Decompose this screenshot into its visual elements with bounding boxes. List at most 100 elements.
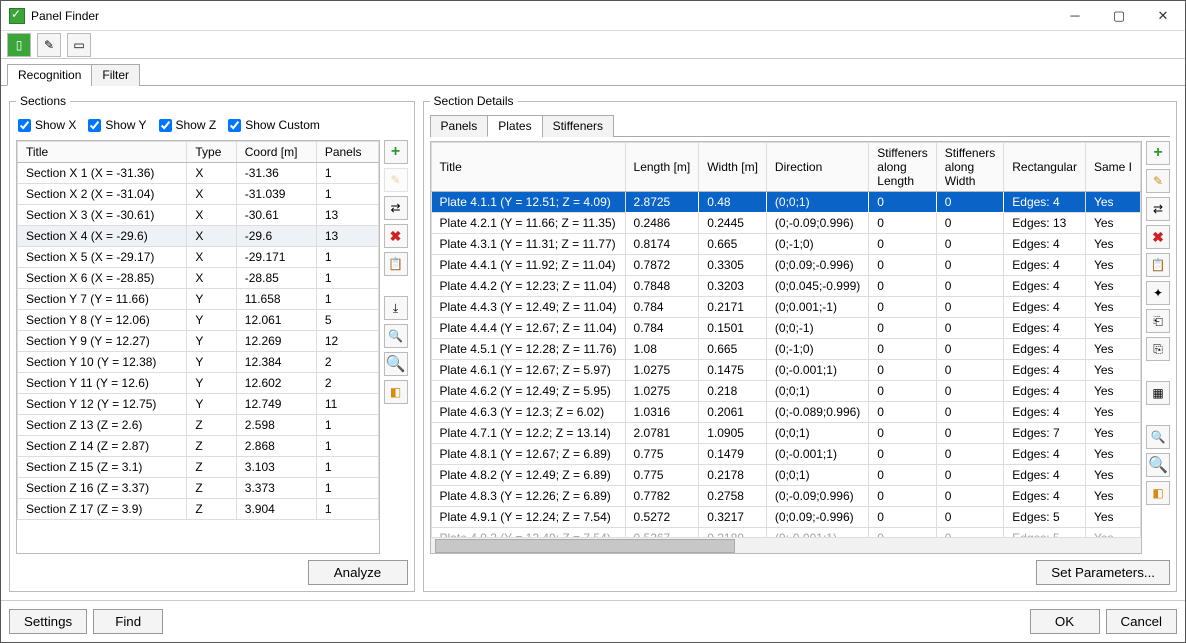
dcol-direction[interactable]: Direction [766, 143, 868, 192]
link-button[interactable]: ⇄ [1146, 197, 1170, 221]
layers-button[interactable]: ◧ [1146, 481, 1170, 505]
delete-button[interactable]: ✖ [384, 224, 408, 248]
col-title[interactable]: Title [18, 142, 187, 163]
details-row[interactable]: Plate 4.4.2 (Y = 12.23; Z = 11.04)0.7848… [431, 276, 1140, 297]
toolbar-panel-icon[interactable]: ▯ [7, 33, 31, 57]
details-row[interactable]: Plate 4.4.1 (Y = 11.92; Z = 11.04)0.7872… [431, 255, 1140, 276]
details-row[interactable]: Plate 4.8.1 (Y = 12.67; Z = 6.89)0.7750.… [431, 444, 1140, 465]
details-row[interactable]: Plate 4.9.1 (Y = 12.24; Z = 7.54)0.52720… [431, 507, 1140, 528]
paste2-button[interactable]: ⎘ [1146, 337, 1170, 361]
details-row[interactable]: Plate 4.7.1 (Y = 12.2; Z = 13.14)2.07811… [431, 423, 1140, 444]
details-row[interactable]: Plate 4.3.1 (Y = 11.31; Z = 11.77)0.8174… [431, 234, 1140, 255]
dcol-stiff-wid[interactable]: Stiffeners along Width [936, 143, 1003, 192]
link-button[interactable]: ⇄ [384, 196, 408, 220]
sections-row[interactable]: Section Z 15 (Z = 3.1)Z3.1031 [18, 457, 379, 478]
dcol-title[interactable]: Title [431, 143, 625, 192]
toolbar-highlighter-icon[interactable]: ✎ [37, 33, 61, 57]
add-button[interactable]: + [384, 140, 408, 164]
toolbar: ▯ ✎ ▭ [1, 31, 1185, 59]
details-table-scroll[interactable]: Title Length [m] Width [m] Direction Sti… [431, 142, 1141, 537]
check-show-y[interactable]: Show Y [88, 118, 146, 132]
details-row[interactable]: Plate 4.8.3 (Y = 12.26; Z = 6.89)0.77820… [431, 486, 1140, 507]
dcol-length[interactable]: Length [m] [625, 143, 699, 192]
sections-row[interactable]: Section Z 13 (Z = 2.6)Z2.5981 [18, 415, 379, 436]
paste-button[interactable]: 📋 [1146, 253, 1170, 277]
dcol-width[interactable]: Width [m] [699, 143, 767, 192]
col-type[interactable]: Type [187, 142, 236, 163]
details-hscrollbar[interactable] [431, 537, 1141, 553]
tab-filter[interactable]: Filter [91, 64, 140, 86]
checkbox-show-custom[interactable] [228, 119, 241, 132]
grid-button[interactable]: ▦ [1146, 381, 1170, 405]
sections-row[interactable]: Section Y 8 (Y = 12.06)Y12.0615 [18, 310, 379, 331]
sections-table-scroll[interactable]: Title Type Coord [m] Panels Section X 1 … [17, 141, 379, 553]
add-button[interactable]: + [1146, 141, 1170, 165]
details-row[interactable]: Plate 4.6.1 (Y = 12.67; Z = 5.97)1.02750… [431, 360, 1140, 381]
delete-button[interactable]: ✖ [1146, 225, 1170, 249]
find-button[interactable]: Find [93, 609, 163, 634]
cancel-button[interactable]: Cancel [1106, 609, 1178, 634]
sections-row[interactable]: Section Z 16 (Z = 3.37)Z3.3731 [18, 478, 379, 499]
details-row[interactable]: Plate 4.1.1 (Y = 12.51; Z = 4.09)2.87250… [431, 192, 1140, 213]
minimize-button[interactable]: ─ [1053, 1, 1097, 30]
analyze-button[interactable]: Analyze [308, 560, 408, 585]
paste-button[interactable]: 📋 [384, 252, 408, 276]
details-row[interactable]: Plate 4.9.2 (Y = 12.49; Z = 7.54)0.52670… [431, 528, 1140, 538]
settings-button[interactable]: Settings [9, 609, 87, 634]
zoom-sel-button[interactable]: 🔍 [1146, 453, 1170, 477]
zoom-sel-button[interactable]: 🔍 [384, 352, 408, 376]
edit-button[interactable]: ✎ [1146, 169, 1170, 193]
sections-row[interactable]: Section X 5 (X = -29.17)X-29.1711 [18, 247, 379, 268]
layers-button[interactable]: ◧ [384, 380, 408, 404]
check-show-x[interactable]: Show X [18, 118, 76, 132]
sections-table: Title Type Coord [m] Panels Section X 1 … [17, 141, 379, 520]
col-coord[interactable]: Coord [m] [236, 142, 316, 163]
toolbar-select-icon[interactable]: ▭ [67, 33, 91, 57]
sections-row[interactable]: Section X 3 (X = -30.61)X-30.6113 [18, 205, 379, 226]
details-row[interactable]: Plate 4.4.3 (Y = 12.49; Z = 11.04)0.7840… [431, 297, 1140, 318]
sections-row[interactable]: Section X 6 (X = -28.85)X-28.851 [18, 268, 379, 289]
details-row[interactable]: Plate 4.6.3 (Y = 12.3; Z = 6.02)1.03160.… [431, 402, 1140, 423]
tab-recognition[interactable]: Recognition [7, 64, 92, 86]
tab-panels[interactable]: Panels [430, 115, 489, 137]
copy-button[interactable]: ⎗ [1146, 309, 1170, 333]
edit-button[interactable]: ✎ [384, 168, 408, 192]
export-button[interactable]: ⤓ [384, 296, 408, 320]
close-button[interactable]: ✕ [1141, 1, 1185, 30]
window-title: Panel Finder [31, 9, 1053, 23]
details-table: Title Length [m] Width [m] Direction Sti… [431, 142, 1141, 537]
check-show-z[interactable]: Show Z [159, 118, 217, 132]
details-row[interactable]: Plate 4.8.2 (Y = 12.49; Z = 6.89)0.7750.… [431, 465, 1140, 486]
ok-button[interactable]: OK [1030, 609, 1100, 634]
sections-row[interactable]: Section Y 10 (Y = 12.38)Y12.3842 [18, 352, 379, 373]
zoom-button[interactable]: 🔍 [1146, 425, 1170, 449]
col-panels[interactable]: Panels [316, 142, 378, 163]
checkbox-show-y[interactable] [88, 119, 101, 132]
maximize-button[interactable]: ▢ [1097, 1, 1141, 30]
set-parameters-button[interactable]: Set Parameters... [1036, 560, 1170, 585]
dcol-stiff-len[interactable]: Stiffeners along Length [869, 143, 936, 192]
tab-stiffeners[interactable]: Stiffeners [542, 115, 614, 137]
sections-row[interactable]: Section Y 12 (Y = 12.75)Y12.74911 [18, 394, 379, 415]
dcol-rect[interactable]: Rectangular [1004, 143, 1086, 192]
check-show-custom[interactable]: Show Custom [228, 118, 320, 132]
details-row[interactable]: Plate 4.4.4 (Y = 12.67; Z = 11.04)0.7840… [431, 318, 1140, 339]
sections-row[interactable]: Section Z 14 (Z = 2.87)Z2.8681 [18, 436, 379, 457]
sections-row[interactable]: Section X 4 (X = -29.6)X-29.613 [18, 226, 379, 247]
sections-row[interactable]: Section Z 17 (Z = 3.9)Z3.9041 [18, 499, 379, 520]
details-row[interactable]: Plate 4.2.1 (Y = 11.66; Z = 11.35)0.2486… [431, 213, 1140, 234]
zoom-button[interactable]: 🔍 [384, 324, 408, 348]
sections-row[interactable]: Section Y 11 (Y = 12.6)Y12.6022 [18, 373, 379, 394]
details-panel: Section Details Panels Plates Stiffeners… [423, 94, 1177, 592]
checkbox-show-x[interactable] [18, 119, 31, 132]
sections-row[interactable]: Section Y 9 (Y = 12.27)Y12.26912 [18, 331, 379, 352]
details-row[interactable]: Plate 4.5.1 (Y = 12.28; Z = 11.76)1.080.… [431, 339, 1140, 360]
sections-row[interactable]: Section X 1 (X = -31.36)X-31.361 [18, 163, 379, 184]
sections-row[interactable]: Section X 2 (X = -31.04)X-31.0391 [18, 184, 379, 205]
tab-plates[interactable]: Plates [487, 115, 542, 137]
sections-row[interactable]: Section Y 7 (Y = 11.66)Y11.6581 [18, 289, 379, 310]
target-button[interactable]: ✦ [1146, 281, 1170, 305]
checkbox-show-z[interactable] [159, 119, 172, 132]
dcol-same[interactable]: Same I [1085, 143, 1140, 192]
details-row[interactable]: Plate 4.6.2 (Y = 12.49; Z = 5.95)1.02750… [431, 381, 1140, 402]
